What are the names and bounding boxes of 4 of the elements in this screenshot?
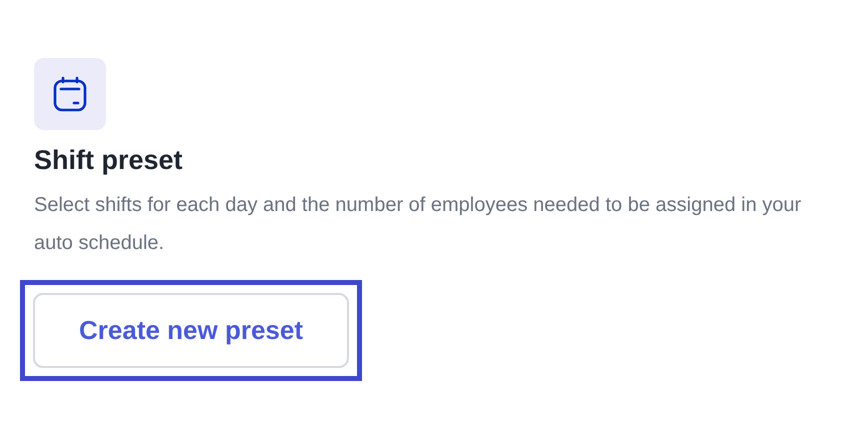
card-title: Shift preset	[34, 144, 184, 177]
card-description: Select shifts for each day and the number of employees needed to be assigned in your auto schedule.	[34, 193, 802, 256]
create-preset-button[interactable]: Create new preset	[33, 293, 349, 368]
calendar-icon	[53, 76, 87, 112]
